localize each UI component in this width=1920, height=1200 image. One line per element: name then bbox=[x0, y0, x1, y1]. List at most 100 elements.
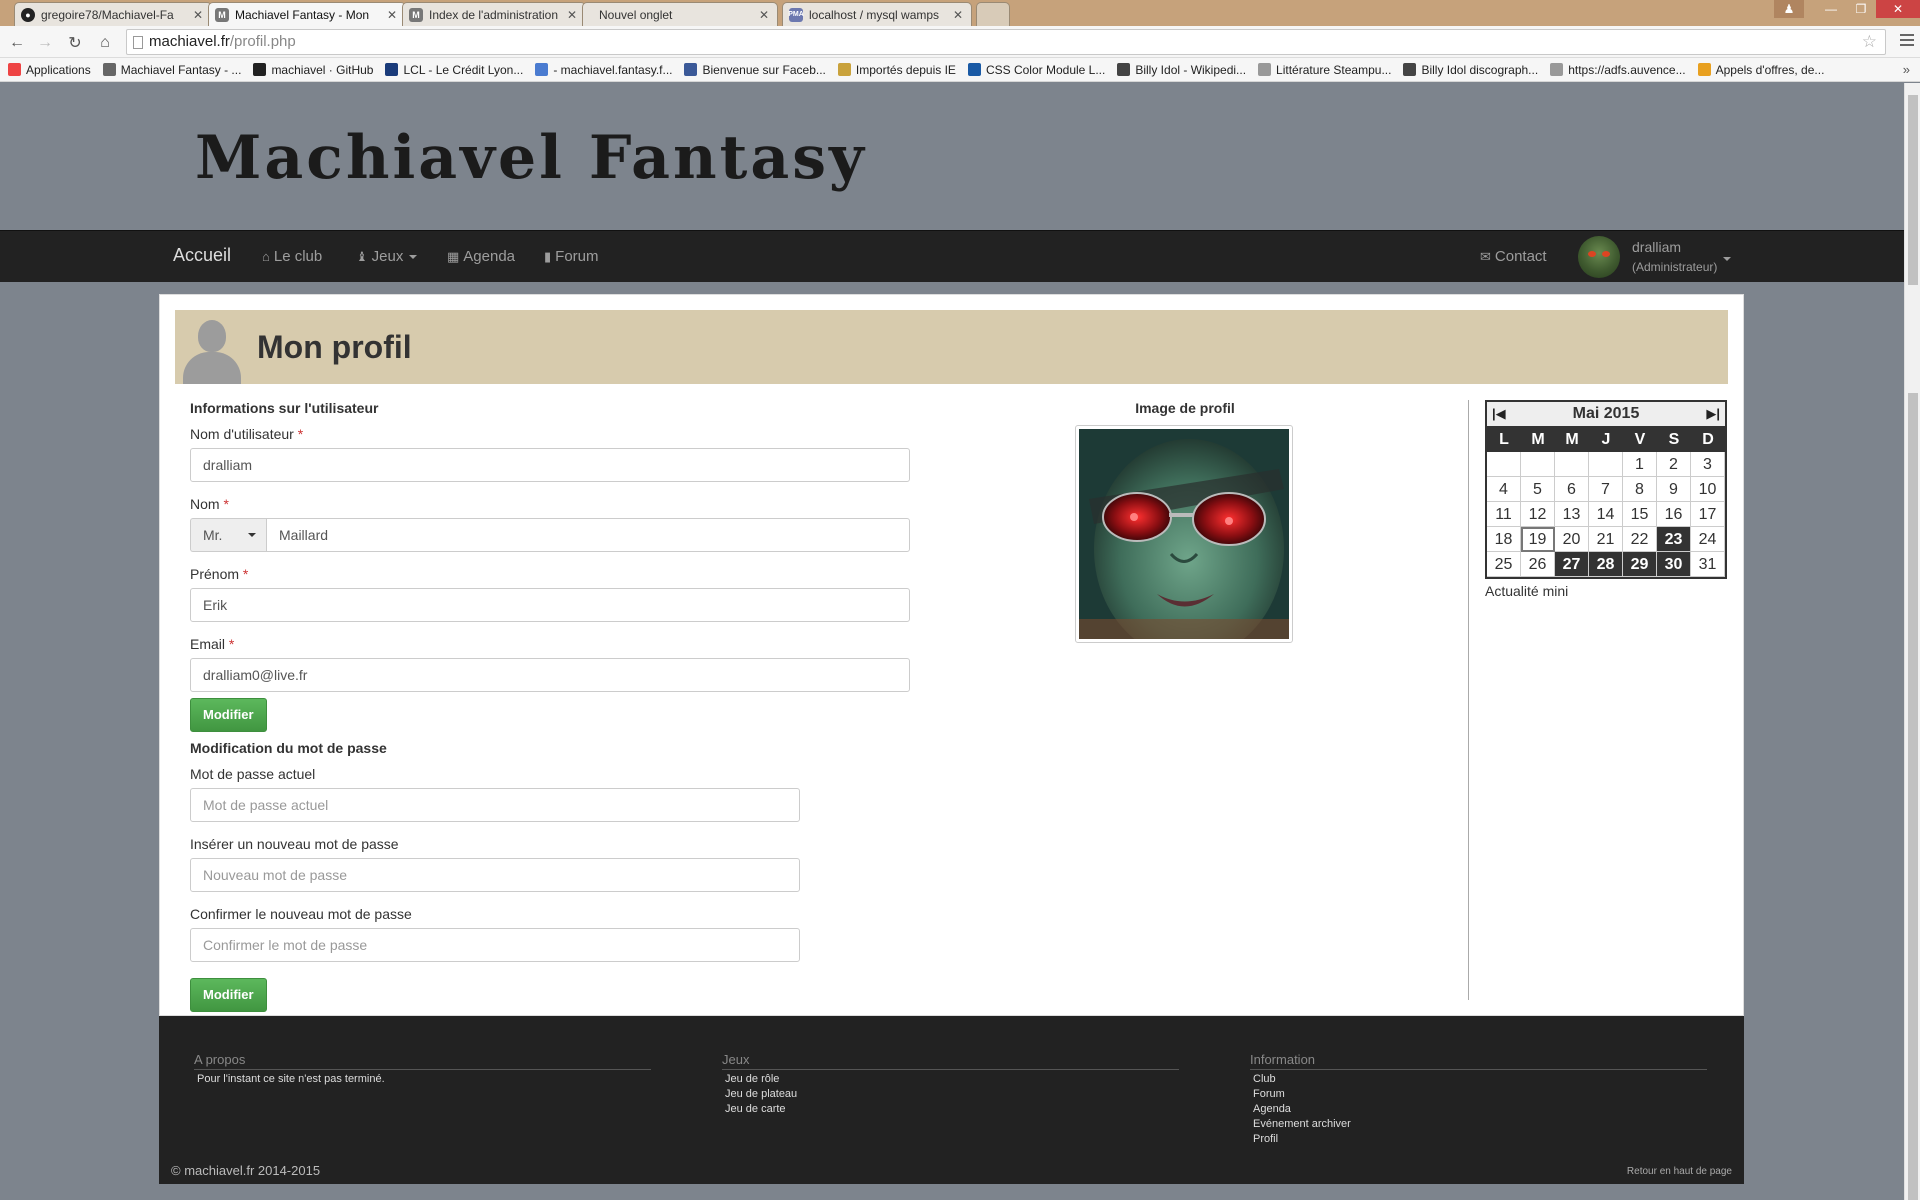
bookmark-item[interactable]: https://adfs.auvence... bbox=[1550, 63, 1686, 77]
bookmark-item[interactable]: Billy Idol - Wikipedi... bbox=[1117, 63, 1246, 77]
calendar-day[interactable]: 14 bbox=[1589, 502, 1623, 527]
next-month-icon[interactable]: ▶| bbox=[1706, 406, 1720, 422]
calendar-day[interactable]: 18 bbox=[1487, 527, 1521, 552]
bookmark-item[interactable]: Littérature Steampu... bbox=[1258, 63, 1391, 77]
vertical-scrollbar[interactable] bbox=[1904, 83, 1920, 1200]
calendar-day[interactable]: 28 bbox=[1589, 552, 1623, 577]
browser-tab[interactable]: M Index de l'administration ✕ bbox=[402, 2, 586, 26]
calendar-day[interactable]: 27 bbox=[1555, 552, 1589, 577]
home-icon[interactable]: ⌂ bbox=[94, 32, 116, 54]
forward-icon[interactable]: → bbox=[34, 32, 56, 54]
footer-link[interactable]: Profil bbox=[1253, 1132, 1707, 1147]
bookmark-star-icon[interactable]: ☆ bbox=[1862, 30, 1877, 54]
user-menu[interactable]: dralliam (Administrateur) bbox=[1578, 236, 1732, 278]
footer-link[interactable]: Jeu de plateau bbox=[725, 1087, 1179, 1102]
calendar-day[interactable]: 11 bbox=[1487, 502, 1521, 527]
prenom-field[interactable] bbox=[190, 588, 910, 622]
restore-icon[interactable]: ❐ bbox=[1846, 0, 1876, 18]
calendar-day[interactable]: 20 bbox=[1555, 527, 1589, 552]
calendar-day[interactable]: 13 bbox=[1555, 502, 1589, 527]
calendar-day[interactable]: 6 bbox=[1555, 477, 1589, 502]
bookmark-item[interactable]: Billy Idol discograph... bbox=[1403, 63, 1538, 77]
calendar-day[interactable]: 21 bbox=[1589, 527, 1623, 552]
footer-link[interactable]: Agenda bbox=[1253, 1102, 1707, 1117]
calendar-day[interactable]: 16 bbox=[1657, 502, 1691, 527]
calendar-day[interactable]: 1 bbox=[1623, 452, 1657, 477]
calendar-day[interactable]: 4 bbox=[1487, 477, 1521, 502]
calendar-day[interactable]: 7 bbox=[1589, 477, 1623, 502]
profile-picture[interactable] bbox=[1075, 425, 1293, 643]
menu-icon[interactable] bbox=[1900, 34, 1914, 48]
username-field[interactable] bbox=[190, 448, 910, 482]
calendar-day[interactable]: 19 bbox=[1521, 527, 1555, 552]
scrollbar-thumb[interactable] bbox=[1908, 393, 1918, 1200]
bookmark-item[interactable]: - machiavel.fantasy.f... bbox=[535, 63, 672, 77]
calendar-day[interactable]: 10 bbox=[1691, 477, 1725, 502]
nav-item-jeux[interactable]: ♝ Jeux bbox=[356, 248, 418, 265]
window-close-icon[interactable]: ✕ bbox=[1876, 0, 1920, 18]
browser-tab[interactable]: ● gregoire78/Machiavel-Fa ✕ bbox=[14, 2, 212, 26]
calendar-day[interactable]: 22 bbox=[1623, 527, 1657, 552]
nav-brand-accueil[interactable]: Accueil bbox=[173, 245, 231, 266]
site-logo[interactable]: Machiavel Fantasy bbox=[195, 123, 867, 193]
footer-link[interactable]: Club bbox=[1253, 1072, 1707, 1087]
browser-tab[interactable]: Nouvel onglet ✕ bbox=[582, 2, 778, 26]
calendar-day[interactable]: 15 bbox=[1623, 502, 1657, 527]
minimize-icon[interactable]: — bbox=[1816, 0, 1846, 18]
new-password-field[interactable] bbox=[190, 858, 800, 892]
calendar-day[interactable]: 17 bbox=[1691, 502, 1725, 527]
nav-item-forum[interactable]: ▮ Forum bbox=[544, 248, 599, 265]
close-icon[interactable]: ✕ bbox=[193, 8, 203, 22]
close-icon[interactable]: ✕ bbox=[387, 8, 397, 22]
calendar-day[interactable]: 5 bbox=[1521, 477, 1555, 502]
email-field[interactable] bbox=[190, 658, 910, 692]
civility-select[interactable]: Mr. bbox=[190, 518, 266, 552]
calendar-day[interactable]: 8 bbox=[1623, 477, 1657, 502]
close-icon[interactable]: ✕ bbox=[567, 8, 577, 22]
new-tab-button[interactable] bbox=[976, 2, 1010, 26]
calendar-day[interactable]: 12 bbox=[1521, 502, 1555, 527]
nom-field[interactable] bbox=[266, 518, 910, 552]
footer-link[interactable]: Evénement archiver bbox=[1253, 1117, 1707, 1132]
close-icon[interactable]: ✕ bbox=[759, 8, 769, 22]
calendar-day[interactable]: 2 bbox=[1657, 452, 1691, 477]
bookmark-item[interactable]: Machiavel Fantasy - ... bbox=[102, 63, 241, 77]
calendar-day[interactable]: 26 bbox=[1521, 552, 1555, 577]
close-icon[interactable]: ✕ bbox=[953, 8, 963, 22]
bookmark-item[interactable]: Appels d'offres, de... bbox=[1697, 63, 1824, 77]
more-bookmarks-icon[interactable]: » bbox=[1903, 62, 1910, 77]
calendar-day[interactable]: 30 bbox=[1657, 552, 1691, 577]
nav-item-le-club[interactable]: ⌂ Le club bbox=[262, 248, 322, 265]
bookmark-item[interactable]: CSS Color Module L... bbox=[967, 63, 1105, 77]
address-bar[interactable]: machiavel.fr/profil.php ☆ bbox=[126, 29, 1886, 55]
footer-link[interactable]: Forum bbox=[1253, 1087, 1707, 1102]
prev-month-icon[interactable]: |◀ bbox=[1492, 406, 1506, 422]
calendar-day[interactable]: 3 bbox=[1691, 452, 1725, 477]
reload-icon[interactable]: ↻ bbox=[64, 32, 86, 54]
bookmark-item[interactable]: Applications bbox=[8, 63, 91, 77]
bookmark-item[interactable]: Importés depuis IE bbox=[837, 63, 956, 77]
bookmark-item[interactable]: LCL - Le Crédit Lyon... bbox=[385, 63, 523, 77]
browser-tab[interactable]: PMA localhost / mysql wamps ✕ bbox=[782, 2, 972, 26]
calendar-day[interactable]: 29 bbox=[1623, 552, 1657, 577]
bookmark-item[interactable]: Bienvenue sur Faceb... bbox=[684, 63, 826, 77]
back-icon[interactable]: ← bbox=[6, 32, 28, 54]
calendar-day[interactable]: 31 bbox=[1691, 552, 1725, 577]
confirm-password-field[interactable] bbox=[190, 928, 800, 962]
browser-tab-active[interactable]: M Machiavel Fantasy - Mon ✕ bbox=[208, 2, 406, 26]
nav-item-agenda[interactable]: ▦ Agenda bbox=[447, 248, 515, 265]
footer-link[interactable]: Jeu de rôle bbox=[725, 1072, 1179, 1087]
calendar-day[interactable]: 25 bbox=[1487, 552, 1521, 577]
calendar-day[interactable]: 9 bbox=[1657, 477, 1691, 502]
calendar-day[interactable]: 23 bbox=[1657, 527, 1691, 552]
calendar-day[interactable]: 24 bbox=[1691, 527, 1725, 552]
save-password-button[interactable]: Modifier bbox=[190, 978, 267, 1012]
nav-item-contact[interactable]: ✉ Contact bbox=[1480, 248, 1547, 265]
footer-link[interactable]: Jeu de carte bbox=[725, 1102, 1179, 1117]
bookmark-item[interactable]: machiavel · GitHub bbox=[253, 63, 373, 77]
current-password-field[interactable] bbox=[190, 788, 800, 822]
save-profile-button[interactable]: Modifier bbox=[190, 698, 267, 732]
scrollbar-thumb[interactable] bbox=[1908, 95, 1918, 285]
user-icon[interactable]: ♟ bbox=[1774, 0, 1804, 18]
back-to-top-link[interactable]: Retour en haut de page bbox=[1627, 1166, 1732, 1177]
